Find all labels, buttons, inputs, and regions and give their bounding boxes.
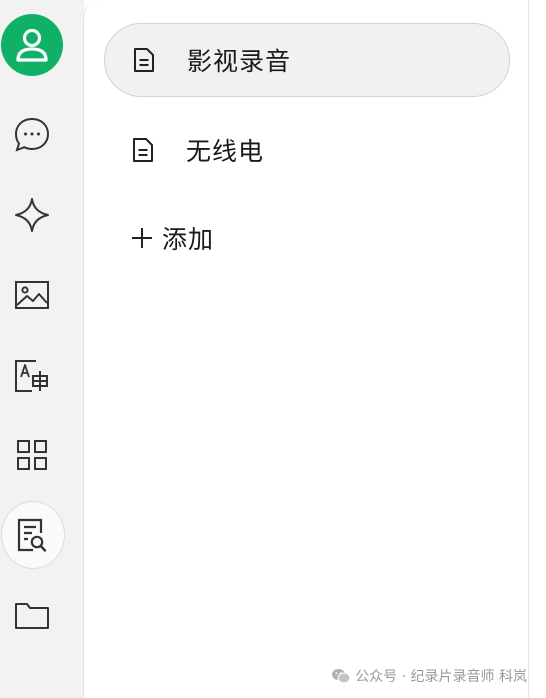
sidebar-item-translate[interactable] <box>0 343 64 407</box>
watermark: 公众号 · 纪录片录音师 科岚 <box>331 666 527 686</box>
add-label: 添加 <box>162 225 215 254</box>
wechat-icon <box>332 669 351 684</box>
folder-icon <box>15 603 49 629</box>
sidebar-item-document-search-icon-wrap[interactable] <box>0 503 64 567</box>
document-search-icon <box>17 518 47 552</box>
user-avatar-button[interactable] <box>1 14 63 76</box>
document-item-label: 无线电 <box>186 137 265 166</box>
plus-icon <box>132 228 152 248</box>
chat-bubble-icon <box>14 117 50 152</box>
translate-icon <box>15 360 48 392</box>
sidebar-item-chat[interactable] <box>0 103 64 167</box>
document-list-panel: 影视录音 无线电 添加 <box>83 0 529 698</box>
sidebar <box>0 0 84 698</box>
sidebar-item-sparkle[interactable] <box>0 183 64 247</box>
add-document-button[interactable]: 添加 <box>130 221 214 255</box>
watermark-text: 公众号 · 纪录片录音师 科岚 <box>355 669 527 685</box>
sparkle-icon <box>15 198 49 232</box>
document-item[interactable]: 无线电 <box>104 113 510 187</box>
sidebar-item-apps[interactable] <box>0 423 64 487</box>
sidebar-item-folder[interactable] <box>0 583 64 647</box>
document-item[interactable]: 影视录音 <box>104 23 510 97</box>
document-icon <box>133 138 153 162</box>
document-icon <box>134 48 154 72</box>
grid-apps-icon <box>17 440 47 470</box>
image-icon <box>15 281 49 309</box>
sidebar-item-image[interactable] <box>0 263 64 327</box>
user-icon <box>16 28 48 62</box>
document-item-label: 影视录音 <box>187 47 292 76</box>
